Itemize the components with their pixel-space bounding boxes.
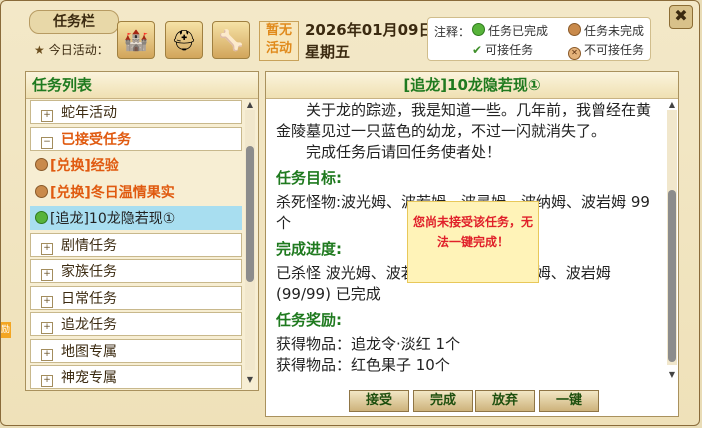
weekday-display: 星期五 [305, 43, 351, 61]
date-display: 2026年01月09日 [305, 21, 434, 39]
green-dot-icon [35, 211, 48, 224]
star-icon: ★ [34, 43, 45, 57]
close-button[interactable]: ✖ [669, 5, 693, 29]
green-dot-icon [472, 23, 485, 36]
goal-header: 任务目标: [276, 169, 342, 187]
list-item-snake-year[interactable]: + 蛇年活动 [30, 100, 242, 124]
task-detail-title: [追龙]10龙隐若现① [266, 72, 678, 99]
expand-icon[interactable]: + [41, 295, 53, 308]
task-list: + 蛇年活动 − 已接受任务 [兑换]经验 [兑换]冬日温情果实 [追龙]10龙隐若… [30, 100, 242, 392]
today-activity-label: ★ 今日活动： [34, 43, 109, 57]
orange-dot-icon [35, 184, 48, 198]
legend-item-available: ✔ 可接任务 [472, 43, 534, 57]
x-mark-icon: ✕ [568, 47, 581, 60]
check-icon: ✔ [472, 43, 483, 57]
knight-helmet-icon[interactable]: ⛑ [165, 21, 203, 59]
task-instruction: 完成任务后请回任务使者处！ [306, 143, 502, 161]
warning-toast: 您尚未接受该任务，无法一键完成！ [407, 201, 539, 283]
scroll-down-icon[interactable]: ▼ [667, 370, 677, 380]
list-item-daily[interactable]: + 日常任务 [30, 285, 242, 310]
side-reward-tab[interactable]: 励 [1, 322, 11, 338]
task-list-scrollbar[interactable]: ▲ ▼ [245, 100, 255, 385]
orange-dot-icon [568, 23, 581, 36]
legend-box: 注释： 任务已完成 任务未完成 ✔ 可接任务 ✕ 不可接任务 [427, 17, 651, 61]
legend-item-unavailable: ✕ 不可接任务 [568, 41, 644, 60]
list-item-dragon-chase[interactable]: + 追龙任务 [30, 312, 242, 336]
abandon-button[interactable]: 放弃 [475, 390, 535, 412]
scroll-up-icon[interactable]: ▲ [667, 100, 677, 110]
list-item-family[interactable]: + 家族任务 [30, 259, 242, 283]
orange-dot-icon [35, 158, 48, 171]
expand-icon[interactable]: + [41, 110, 53, 122]
task-description: 关于龙的踪迹，我是知道一些。几年前，我曾经在黄金陵墓见过一只蓝色的幼龙，不过一闪… [276, 101, 652, 140]
accept-button[interactable]: 接受 [349, 390, 409, 412]
expand-icon[interactable]: + [41, 242, 53, 255]
one-click-button[interactable]: 一键 [539, 390, 599, 412]
list-item-accepted[interactable]: − 已接受任务 [30, 126, 242, 151]
task-window: 任务栏 ✖ ★ 今日活动： 🏰 ⛑ 🦴 暂无活动 2026年01月09日 星期五 … [0, 0, 700, 426]
task-list-panel: 任务列表 + 蛇年活动 − 已接受任务 [兑换]经验 [兑换]冬日温情果实 [追龙]… [25, 71, 259, 391]
castle-icon[interactable]: 🏰 [117, 21, 155, 59]
expand-icon[interactable]: + [41, 348, 53, 361]
reward-item-1: 获得物品：追龙令·淡红 1个 [276, 335, 461, 353]
detail-scrollbar[interactable]: ▲ ▼ [667, 100, 677, 380]
legend-label: 注释： [434, 25, 471, 39]
expand-icon[interactable]: + [41, 269, 53, 281]
complete-button[interactable]: 完成 [413, 390, 473, 412]
bone-icon[interactable]: 🦴 [212, 21, 250, 59]
expand-icon[interactable]: + [41, 375, 53, 387]
list-item-dragon-quest[interactable]: [追龙]10龙隐若现① [30, 206, 242, 230]
legend-item-completed: 任务已完成 [472, 22, 548, 39]
scroll-up-icon[interactable]: ▲ [245, 100, 255, 110]
list-item-exchange-fruit[interactable]: [兑换]冬日温情果实 [30, 180, 242, 204]
collapse-icon[interactable]: − [41, 136, 53, 149]
list-item-pet[interactable]: + 神宠专属 [30, 365, 242, 389]
no-activity-label: 暂无活动 [259, 21, 299, 61]
list-item-map[interactable]: + 地图专属 [30, 338, 242, 363]
window-title: 任务栏 [29, 10, 119, 34]
scroll-thumb[interactable] [668, 190, 676, 362]
scroll-thumb[interactable] [246, 146, 254, 282]
list-item-story[interactable]: + 剧情任务 [30, 232, 242, 257]
scroll-down-icon[interactable]: ▼ [245, 375, 255, 385]
task-list-header: 任务列表 [26, 72, 258, 99]
reward-item-2: 获得物品：红色果子 10个 [276, 356, 450, 374]
list-item-exchange-exp[interactable]: [兑换]经验 [30, 153, 242, 177]
expand-icon[interactable]: + [41, 322, 53, 334]
legend-item-incomplete: 任务未完成 [568, 22, 644, 39]
reward-header: 任务奖励: [276, 311, 342, 329]
